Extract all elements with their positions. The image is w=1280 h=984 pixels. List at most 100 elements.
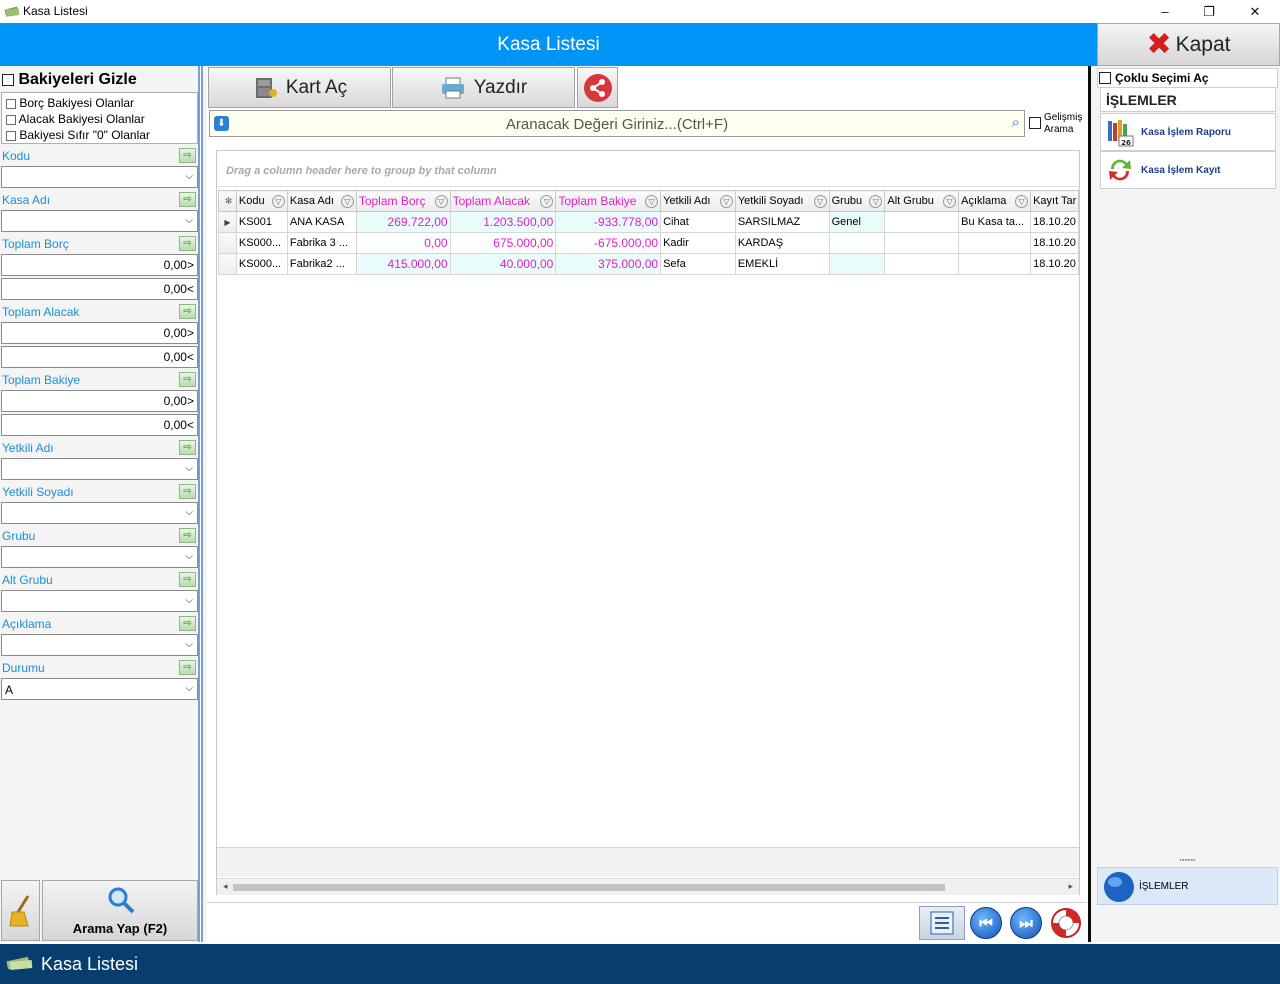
toplam-alacak-min-input[interactable]: 0,00>: [1, 322, 198, 344]
help-button[interactable]: [1046, 906, 1086, 940]
hide-balances-label: Bakiyeleri Gizle: [18, 71, 137, 88]
kasa-record-label: Kasa İşlem Kayıt: [1141, 164, 1221, 176]
print-label: Yazdır: [473, 76, 528, 98]
grubu-combo[interactable]: ⌵: [1, 546, 198, 568]
scroll-thumb[interactable]: [233, 884, 945, 891]
splitter-left[interactable]: [201, 66, 207, 942]
multi-select-checkbox[interactable]: Çoklu Seçimi Aç: [1097, 68, 1278, 88]
filter-icon: ▽: [719, 195, 733, 208]
column-header[interactable]: Toplam Alacak ▽: [449, 190, 557, 212]
filter-label-durumu: Durumu ⇨: [1, 658, 198, 678]
kasa-report-item[interactable]: 26 Kasa İşlem Raporu: [1100, 113, 1276, 151]
lifebuoy-icon: [1051, 908, 1081, 938]
restore-button[interactable]: ❐: [1186, 0, 1232, 23]
filter-icon: ▽: [813, 195, 827, 208]
row-indicator[interactable]: [218, 253, 237, 275]
clear-filter-icon[interactable]: ⇨: [179, 440, 196, 455]
column-header[interactable]: Açıklama ▽: [958, 190, 1032, 212]
toplam-alacak-max-input[interactable]: 0,00<: [1, 346, 198, 368]
filter-icon: ▽: [869, 195, 883, 208]
column-header[interactable]: Yetkili Soyadı ▽: [734, 190, 830, 212]
search-button-label: Arama Yap (F2): [72, 921, 168, 936]
column-header[interactable]: Yetkili Adı ▽: [660, 190, 736, 212]
clear-filter-icon[interactable]: ⇨: [179, 236, 196, 251]
toplam-borc-max-input[interactable]: 0,00<: [1, 278, 198, 300]
advanced-search-label: Gelişmiş Arama: [1044, 112, 1083, 135]
clear-filter-icon[interactable]: ⇨: [179, 192, 196, 207]
first-record-button[interactable]: ⏮: [966, 906, 1006, 940]
filter-label-yetkili-adi: Yetkili Adı ⇨: [1, 438, 198, 458]
toplam-borc-min-input[interactable]: 0,00>: [1, 254, 198, 276]
search-placeholder: Aranacak Değeri Giriniz...(Ctrl+F): [505, 116, 729, 133]
splitter-grip[interactable]: '''''''''': [1097, 859, 1278, 867]
column-header[interactable]: Kayıt Tar: [1030, 190, 1079, 212]
report-books-icon: 26: [1108, 120, 1134, 147]
kasa-adi-combo[interactable]: ⌵: [1, 210, 198, 232]
open-card-button[interactable]: Kart Aç: [208, 67, 391, 108]
clear-filter-icon[interactable]: ⇨: [179, 660, 196, 675]
operations-section-tab[interactable]: İŞLEMLER: [1097, 867, 1278, 905]
alt-grubu-combo[interactable]: ⌵: [1, 590, 198, 612]
table-row[interactable]: KS000... Fabrika 3 ... 0,00 675.000,00 -…: [218, 232, 1079, 254]
table-row[interactable]: KS000... Fabrika2 ... 415.000,00 40.000,…: [218, 253, 1079, 275]
row-indicator[interactable]: ▶: [218, 211, 237, 233]
column-header[interactable]: Toplam Borç ▽: [355, 190, 451, 212]
kasa-record-item[interactable]: Kasa İşlem Kayıt: [1100, 151, 1276, 189]
close-form-button[interactable]: ✖ Kapat: [1097, 23, 1280, 66]
aciklama-combo[interactable]: ⌵: [1, 634, 198, 656]
group-panel[interactable]: Drag a column header here to group by th…: [217, 151, 1079, 187]
credit-balance-option[interactable]: Alacak Bakiyesi Olanlar: [6, 112, 145, 126]
yetkili-adi-combo[interactable]: ⌵: [1, 458, 198, 480]
clear-filter-icon[interactable]: ⇨: [179, 572, 196, 587]
column-header[interactable]: Alt Grubu ▽: [884, 190, 960, 212]
clear-filter-icon[interactable]: ⇨: [179, 304, 196, 319]
column-chooser-button[interactable]: [919, 906, 965, 940]
toplam-bakiye-max-input[interactable]: 0,00<: [1, 414, 198, 436]
chevron-down-icon: ⌵: [185, 507, 193, 518]
filter-icon: ▽: [271, 195, 285, 208]
list-icon: [930, 911, 954, 935]
search-button[interactable]: Arama Yap (F2): [42, 880, 198, 941]
print-button[interactable]: Yazdır: [392, 67, 575, 108]
taskbar: Kasa Listesi: [0, 944, 1280, 984]
row-indicator-header[interactable]: ✻: [218, 190, 237, 212]
window-close-button[interactable]: ✕: [1232, 0, 1278, 23]
clear-filter-icon[interactable]: ⇨: [179, 148, 196, 163]
close-x-icon: ✖: [1146, 27, 1172, 61]
last-record-button[interactable]: ⏭: [1006, 906, 1046, 940]
hide-balances-box[interactable]: [2, 73, 14, 86]
search-input[interactable]: ⬇ Aranacak Değeri Giriniz...(Ctrl+F) ⌕: [209, 110, 1025, 137]
filter-icon: ▽: [1015, 195, 1029, 208]
clear-filter-icon[interactable]: ⇨: [179, 372, 196, 387]
debt-balance-option[interactable]: Borç Bakiyesi Olanlar: [6, 96, 134, 110]
durumu-combo[interactable]: A ⌵: [1, 678, 198, 700]
clear-filters-button[interactable]: [1, 880, 40, 941]
search-icon[interactable]: ⌕: [1012, 114, 1020, 131]
toplam-bakiye-min-input[interactable]: 0,00>: [1, 390, 198, 412]
page-header: Kasa Listesi: [0, 23, 1097, 66]
clear-filter-icon[interactable]: ⇨: [179, 616, 196, 631]
window-title: Kasa Listesi: [23, 4, 88, 18]
clear-filter-icon[interactable]: ⇨: [179, 484, 196, 499]
hide-balances-checkbox[interactable]: Bakiyeleri Gizle: [2, 71, 137, 89]
close-form-label: Kapat: [1175, 32, 1231, 56]
zero-balance-option[interactable]: Bakiyesi Sıfır "0" Olanlar: [6, 128, 150, 142]
window-titlebar: Kasa Listesi – ❐ ✕: [0, 0, 1280, 23]
column-header[interactable]: Kodu ▽: [235, 190, 288, 212]
minimize-button[interactable]: –: [1142, 0, 1188, 23]
column-header[interactable]: Toplam Bakiye ▽: [555, 190, 662, 212]
filter-label-yetkili-soyadi: Yetkili Soyadı ⇨: [1, 482, 198, 502]
row-indicator[interactable]: [218, 232, 237, 254]
cash-icon: [4, 6, 20, 17]
yetkili-soyadi-combo[interactable]: ⌵: [1, 502, 198, 524]
filter-icon: ▽: [540, 195, 554, 208]
chevron-down-icon: ⌵: [185, 683, 193, 694]
share-button[interactable]: [577, 67, 618, 108]
table-row[interactable]: ▶ KS001 ANA KASA 269.722,00 1.203.500,00…: [218, 211, 1079, 233]
horizontal-scrollbar[interactable]: ◂ ▸: [217, 878, 1079, 895]
column-header[interactable]: Grubu ▽: [828, 190, 886, 212]
column-header[interactable]: Kasa Adı ▽: [286, 190, 357, 212]
clear-filter-icon[interactable]: ⇨: [179, 528, 196, 543]
kodu-combo[interactable]: ⌵: [1, 166, 198, 188]
refresh-arrows-icon: [1109, 159, 1131, 181]
